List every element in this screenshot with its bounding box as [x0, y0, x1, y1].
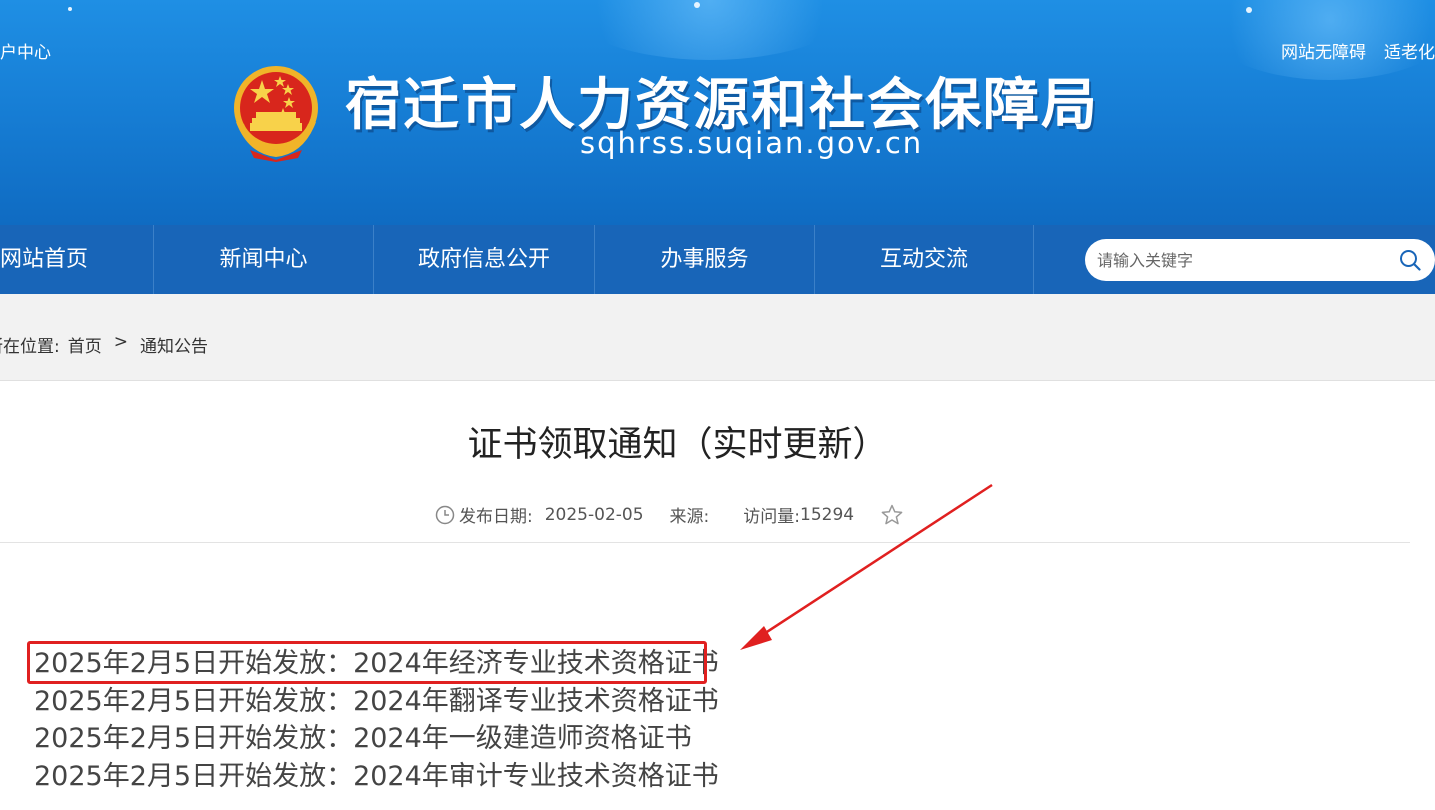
highlight-box — [27, 641, 707, 684]
banner-glow — [560, 0, 860, 60]
search-box — [1085, 239, 1435, 281]
annotation-arrow-icon — [740, 483, 993, 650]
article-title: 证书领取通知（实时更新） — [467, 425, 888, 465]
breadcrumb-separator: > — [113, 332, 128, 352]
notice-item: 2025年2月5日开始发放：2024年审计专业技术资格证书 — [34, 760, 719, 792]
breadcrumb-current[interactable]: 通知公告 — [140, 332, 208, 357]
notice-item: 2025年2月5日开始发放：2024年翻译专业技术资格证书 — [34, 685, 719, 717]
breadcrumb-bar — [0, 294, 1435, 381]
search-input[interactable] — [1097, 245, 1387, 275]
clock-icon — [435, 505, 455, 524]
breadcrumb-prefix: 所在位置: — [0, 337, 60, 357]
breadcrumb: 所在位置: 首页 > 通知公告 — [0, 332, 208, 357]
nav-item-home[interactable]: 网站首页 — [0, 225, 154, 294]
elderly-mode-link[interactable]: 适老化 — [1384, 38, 1435, 63]
meta-divider — [0, 542, 1410, 543]
national-emblem-icon — [234, 66, 318, 162]
top-links: 网站无障碍 适老化 — [1281, 38, 1435, 63]
breadcrumb-home[interactable]: 首页 — [68, 332, 102, 357]
publish-date: 2025-02-05 — [544, 504, 644, 525]
site-domain: sqhrss.suqian.gov.cn — [580, 126, 924, 160]
nav-item-gov-info[interactable]: 政府信息公开 — [374, 225, 595, 294]
nav-item-news[interactable]: 新闻中心 — [154, 225, 374, 294]
banner-sparkle — [694, 2, 700, 8]
banner-sparkle — [68, 7, 72, 11]
nav-item-services[interactable]: 办事服务 — [595, 225, 815, 294]
source-label: 来源: — [669, 507, 710, 527]
accessibility-link[interactable]: 网站无障碍 — [1281, 38, 1366, 63]
user-center-link[interactable]: 户中心 — [0, 38, 51, 63]
search-icon[interactable] — [1399, 249, 1421, 271]
publish-date-label: 发布日期: — [459, 507, 533, 527]
nav-item-interaction[interactable]: 互动交流 — [815, 225, 1034, 294]
notice-item: 2025年2月5日开始发放：2024年一级建造师资格证书 — [34, 723, 692, 754]
banner-sparkle — [1246, 7, 1252, 13]
